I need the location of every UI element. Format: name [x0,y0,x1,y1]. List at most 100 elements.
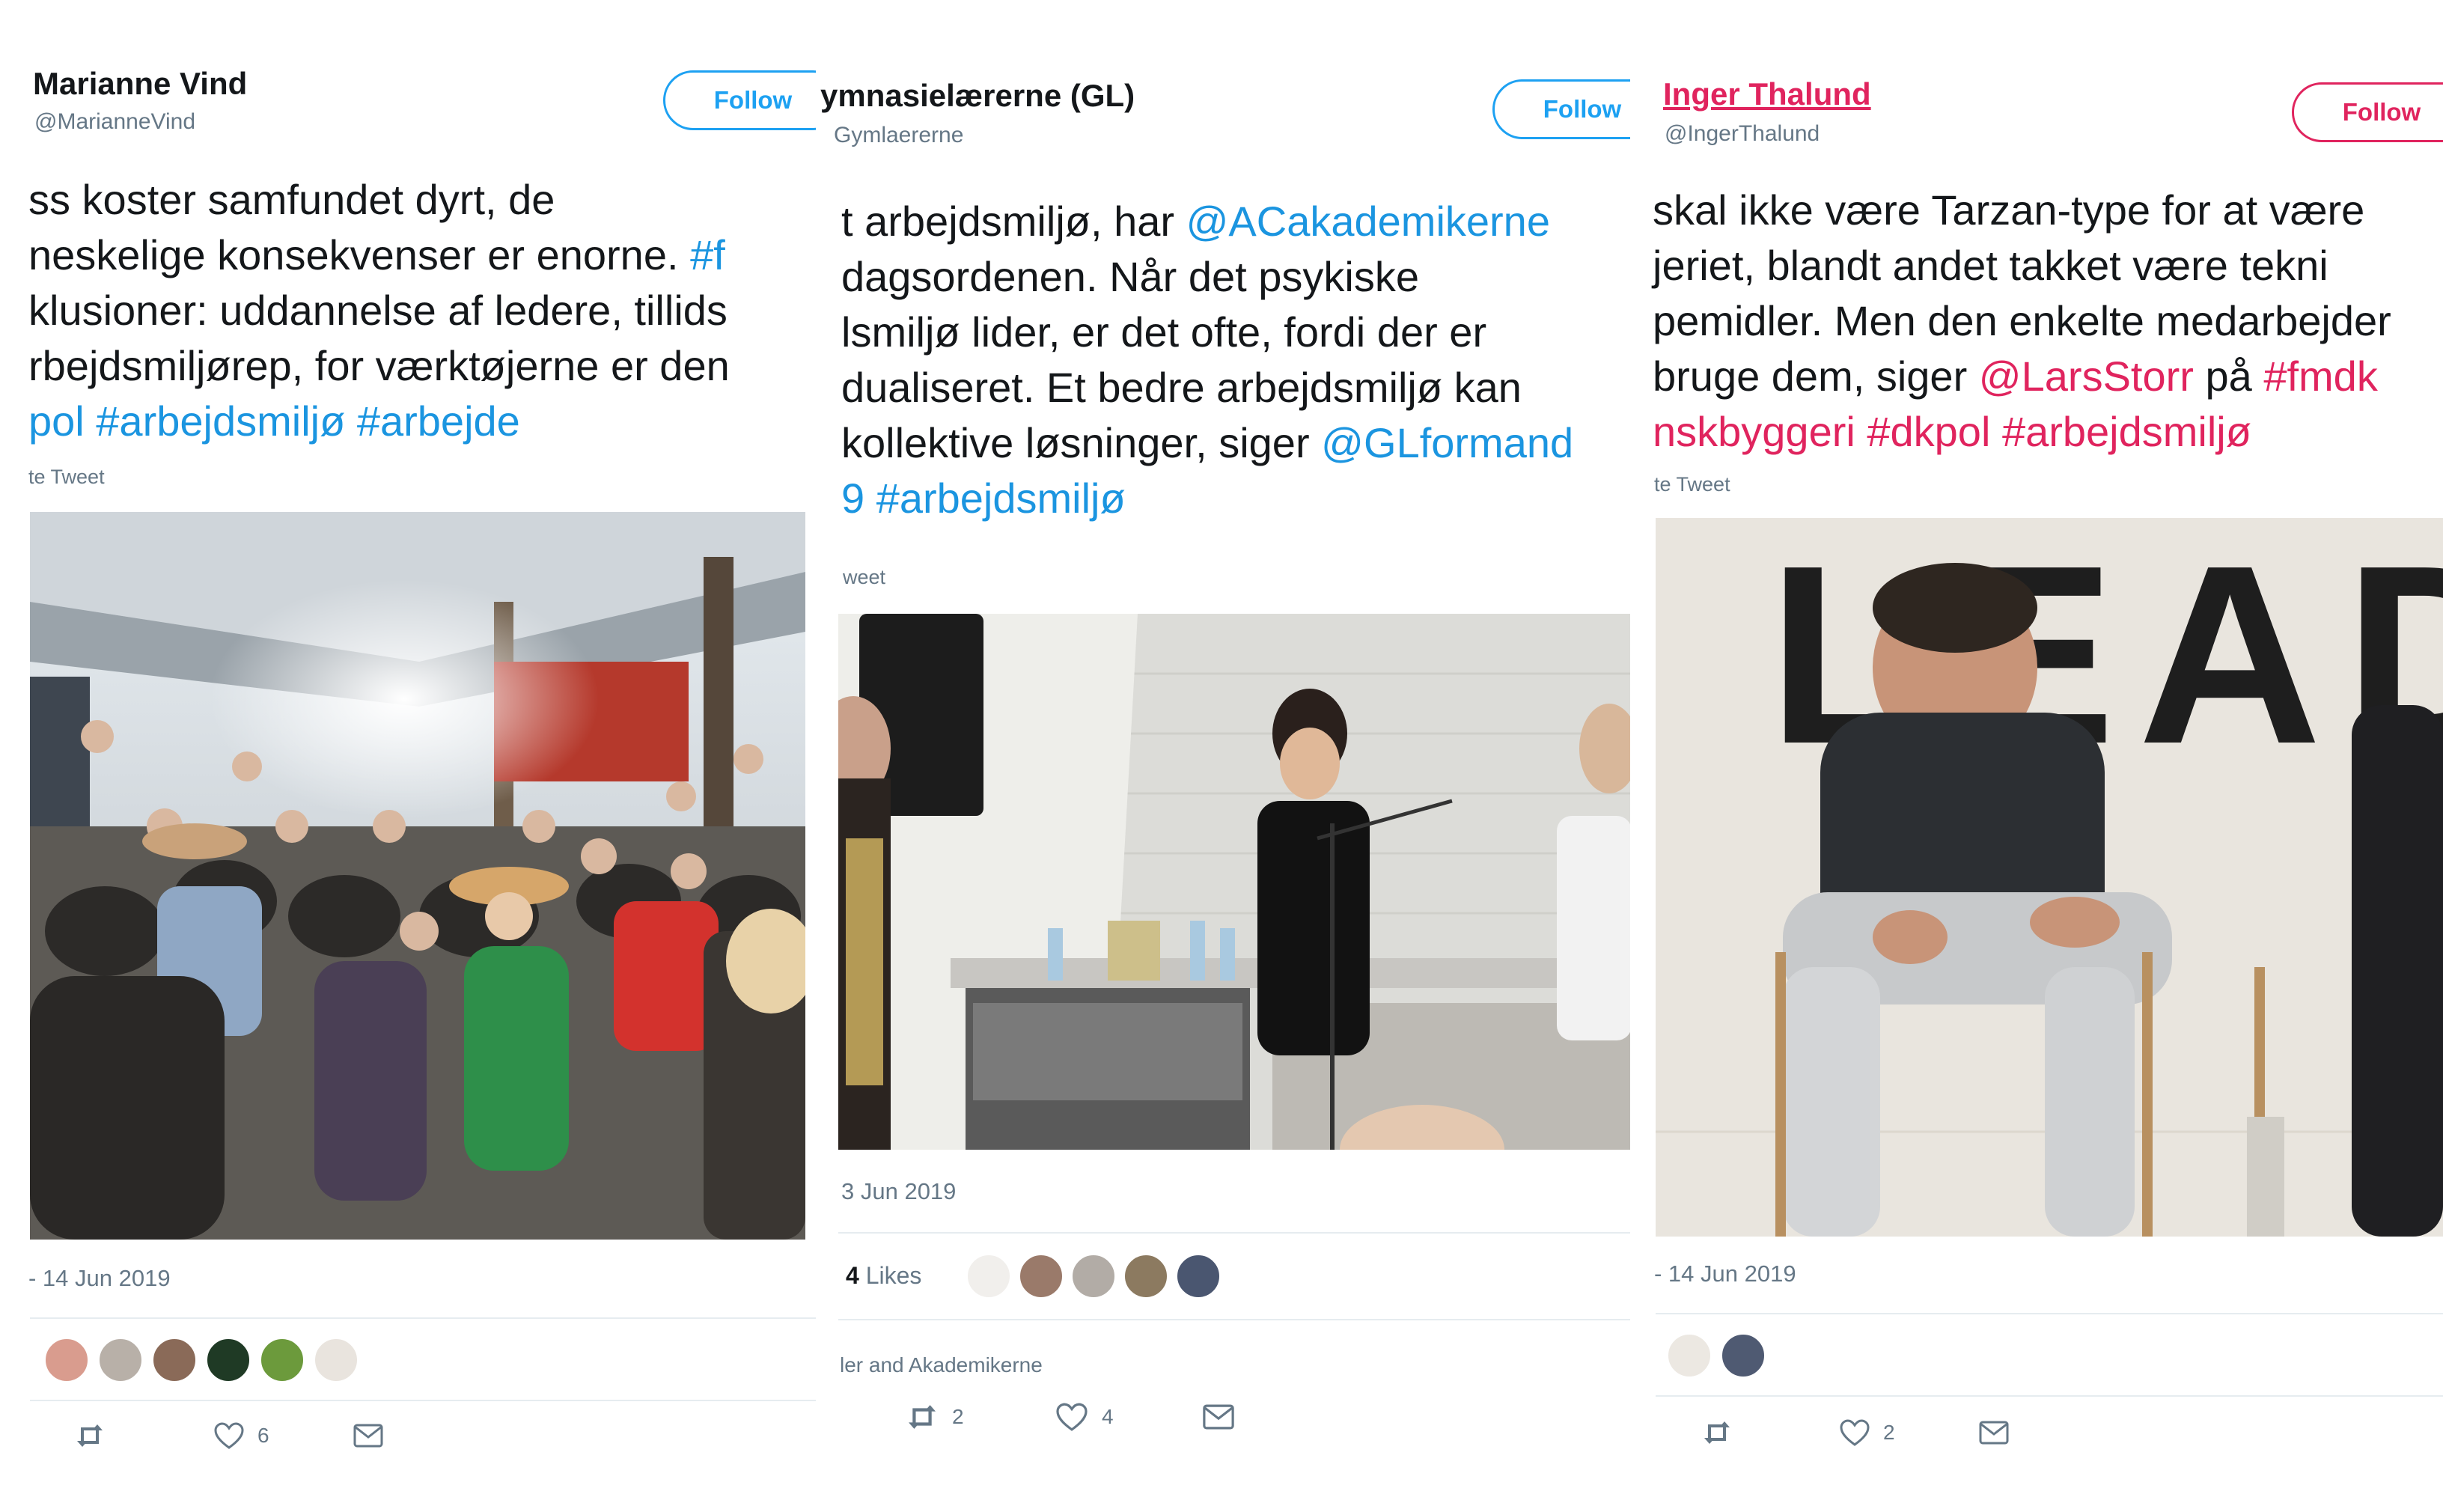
mail-icon [353,1424,383,1448]
follow-button[interactable]: Follow [1492,79,1630,139]
avatar[interactable] [97,1337,144,1383]
retweet-count: 2 [952,1405,964,1428]
hashtag-or-mention-link[interactable]: @LarsStorr [1979,353,2194,400]
tweet-text-line: kollektive løsninger, siger @GLformand [841,413,1630,469]
tweet-text-line: t arbejdsmiljø, har @ACakademikerne [841,192,1630,247]
avatar[interactable] [1123,1253,1169,1299]
avatar[interactable] [205,1337,251,1383]
avatar[interactable] [43,1337,90,1383]
tweet-text-segment: lsmiljø lider, er det ofte, fordi der er [841,308,1487,356]
tweet-date[interactable]: 3 Jun 2019 [841,1178,956,1205]
tweet-text-segment: skal ikke være Tarzan-type for at være [1653,186,2365,234]
retweet-button[interactable] [75,1423,214,1448]
direct-message-button[interactable] [1202,1404,1248,1430]
likes-number: 4 [846,1262,859,1289]
tweet-actions: 2 4 [906,1403,1248,1431]
tweet-text-segment: ss koster samfundet dyrt, de [28,176,555,223]
heart-icon [214,1422,244,1449]
tweet-text-line: dagsordenen. Når det psykiske [841,247,1630,302]
tweet-text-segment: dagsordenen. Når det psykiske [841,253,1419,300]
like-button[interactable]: 6 [214,1422,353,1449]
tweet-photo[interactable] [838,614,1630,1150]
like-count: 6 [257,1424,269,1447]
tweet-text-line: 9 #arbejdsmiljø [841,469,1630,524]
tweet-text: ss koster samfundet dyrt, de neskelige ko… [28,172,730,449]
tweet-text-segment: jeriet, blandt andet takket være tekni [1653,242,2328,289]
divider [1656,1313,2443,1314]
tweet-text-segment: på [2193,353,2264,400]
tweet-text: skal ikke være Tarzan-type for at være je… [1653,183,2391,460]
retweet-icon [1704,1421,1730,1444]
translate-tweet-link[interactable]: te Tweet [28,466,105,489]
heart-icon [1840,1419,1870,1446]
hashtag-or-mention-link[interactable]: pol #arbejdsmiljø #arbejde [28,397,520,445]
mail-icon [1979,1421,2009,1445]
tweet-text-line: skal ikke være Tarzan-type for at være [1653,183,2391,238]
tweet-panel-inger: Inger Thalund @IngerThalund Follow skal … [1630,0,2443,1512]
tweet-text-line: nskbyggeri #dkpol #arbejdsmiljø [1653,404,2391,460]
avatar[interactable] [1175,1253,1222,1299]
tweet-photo[interactable]: LEAD [1656,518,2443,1237]
hashtag-or-mention-link[interactable]: @GLformand [1321,419,1573,466]
author-name[interactable]: Inger Thalund [1663,76,1871,112]
hashtag-or-mention-link[interactable]: nskbyggeri #dkpol #arbejdsmiljø [1653,408,2251,455]
tweet-text-line: neskelige konsekvenser er enorne. #f [28,228,730,283]
tweet-text-segment: pemidler. Men den enkelte medarbejder [1653,297,2391,344]
retweet-button[interactable]: 2 [906,1403,1055,1430]
outdoor-audience-image [30,512,805,1240]
translate-tweet-link[interactable]: weet [843,566,885,589]
translate-tweet-link[interactable]: te Tweet [1654,473,1730,496]
avatar[interactable] [1070,1253,1117,1299]
tweet-text-segment: kollektive løsninger, siger [841,419,1322,466]
heart-icon [1056,1403,1088,1431]
like-button[interactable]: 4 [1055,1403,1202,1431]
like-button[interactable]: 2 [1840,1419,1979,1446]
likes-summary[interactable]: 4 Likes [846,1262,921,1290]
avatar[interactable] [1720,1332,1766,1379]
tweet-date[interactable]: - 14 Jun 2019 [1654,1260,1796,1287]
replying-to[interactable]: ler and Akademikerne [840,1353,1043,1377]
avatar[interactable] [1666,1332,1712,1379]
tweet-text: t arbejdsmiljø, har @ACakademikerne dags… [841,192,1630,524]
author-handle[interactable]: @MarianneVind [34,109,195,135]
direct-message-button[interactable] [353,1424,397,1448]
hashtag-or-mention-link[interactable]: @ACakademikerne [1186,198,1550,245]
divider [1656,1395,2443,1397]
hashtag-or-mention-link[interactable]: #f [690,231,725,278]
liker-avatars [43,1337,359,1383]
tweet-text-line: ss koster samfundet dyrt, de [28,172,730,228]
tweet-text-segment: klusioner: uddannelse af ledere, tillids [28,287,728,334]
avatar[interactable] [966,1253,1012,1299]
follow-button[interactable]: Follow [2292,82,2443,142]
divider [838,1232,1630,1234]
liker-avatars [966,1253,1222,1299]
mail-icon [1203,1404,1234,1430]
author-name[interactable]: ymnasielærerne (GL) [820,78,1135,114]
tweet-text-line: dualiseret. Et bedre arbejdsmiljø kan [841,358,1630,413]
follow-button[interactable]: Follow [663,70,816,130]
hashtag-or-mention-link[interactable]: #fmdk [2263,353,2378,400]
tweet-text-segment: rbejdsmiljørep, for værktøjerne er den [28,342,730,389]
tweet-photo[interactable] [30,512,805,1240]
author-name[interactable]: Marianne Vind [33,66,247,102]
tweet-text-line: bruge dem, siger @LarsStorr på #fmdk [1653,349,2391,404]
tweet-text-line: rbejdsmiljørep, for værktøjerne er den [28,338,730,394]
avatar[interactable] [151,1337,198,1383]
tweet-text-segment: t arbejdsmiljø, har [841,198,1186,245]
tweet-panel-gymnasielaererne: ymnasielærerne (GL) Gymlaererne Follow t… [816,0,1630,1512]
tweet-date[interactable]: - 14 Jun 2019 [28,1265,171,1292]
tweet-text-line: klusioner: uddannelse af ledere, tillids [28,283,730,338]
avatar[interactable] [259,1337,305,1383]
retweet-button[interactable] [1702,1420,1840,1445]
avatar[interactable] [1018,1253,1064,1299]
direct-message-button[interactable] [1979,1421,2022,1445]
author-handle[interactable]: Gymlaererne [834,123,963,148]
divider [30,1317,816,1319]
speaker-stage-image: LEAD [1656,518,2443,1237]
hashtag-or-mention-link[interactable]: 9 #arbejdsmiljø [841,475,1126,522]
avatar[interactable] [313,1337,359,1383]
author-handle[interactable]: @IngerThalund [1665,121,1820,147]
tweet-text-line: jeriet, blandt andet takket være tekni [1653,238,2391,293]
retweet-icon [77,1424,103,1447]
tweet-panel-marianne: Marianne Vind @MarianneVind Follow ss ko… [0,0,816,1512]
